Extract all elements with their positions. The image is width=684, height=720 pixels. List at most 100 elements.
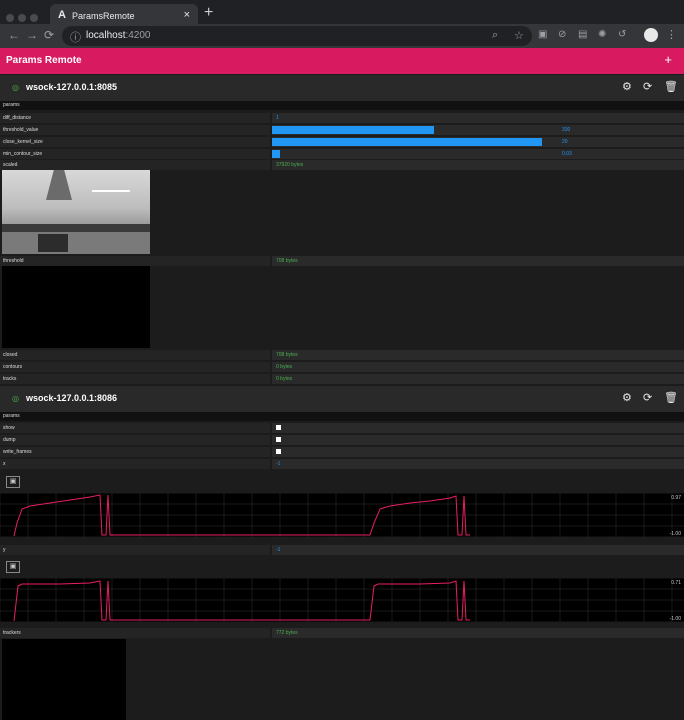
param-value[interactable]: -1 [272,459,684,469]
param-label[interactable]: trackers [0,628,270,638]
close-tab-icon[interactable]: × [184,9,190,21]
param-row: diff_distance 1 [0,113,684,124]
param-slider-fill[interactable] [272,150,280,158]
param-value[interactable]: 1 [272,113,684,123]
param-label-text: x [3,461,6,467]
minimize-window-dot[interactable] [18,14,26,22]
param-label[interactable]: y [0,545,270,555]
image-icon[interactable]: ▣ [6,561,20,573]
param-value-text: 1 [276,115,279,121]
param-label[interactable]: min_contour_size [0,149,270,159]
params-section-header[interactable]: params [0,412,684,421]
param-value[interactable]: 0 bytes [272,362,684,372]
y-plot: 0.71 -1.00 [0,578,684,622]
settings-icon[interactable]: ⚙ [622,80,632,93]
param-slider-fill[interactable] [272,126,434,134]
app-title: Params Remote [6,55,82,66]
threshold-image [2,266,150,348]
param-value-text: -1 [276,547,281,553]
param-row: y -1 [0,545,684,556]
param-label[interactable]: dump [0,435,270,445]
show-checkbox[interactable] [276,425,281,430]
extension-icon[interactable]: ▤ [578,29,587,40]
param-value [272,423,684,433]
image-icon[interactable]: ▣ [6,476,20,488]
profile-avatar[interactable] [644,28,658,42]
param-slider-fill[interactable] [272,138,542,146]
param-row: trackers 772 bytes [0,628,684,639]
param-slider-value: 330 [562,127,571,133]
maximize-window-dot[interactable] [30,14,38,22]
plot-max-value: 0.97 [671,495,681,501]
param-label-text: contours [3,364,23,370]
bookmark-star-icon[interactable]: ☆ [514,29,524,42]
param-row: close_kernel_size 20 [0,137,684,148]
param-label-text: closed [3,352,18,358]
param-value [272,435,684,445]
hood-shape [46,170,72,200]
settings-icon[interactable]: ⚙ [622,391,632,404]
section-label: params [3,413,20,419]
param-row: closed 708 bytes [0,350,684,361]
dump-checkbox[interactable] [276,437,281,442]
param-label[interactable]: scaled [0,160,270,170]
delete-icon[interactable]: 🗑 [664,391,678,404]
param-value[interactable]: 37920 bytes [272,160,684,170]
write-frames-checkbox[interactable] [276,449,281,454]
extension-icon[interactable]: ▣ [538,29,547,40]
reload-icon[interactable]: ⟳ [44,28,54,42]
close-window-dot[interactable] [6,14,14,22]
extension-icon[interactable]: ⊘ [558,29,566,40]
param-value[interactable]: 708 bytes [272,350,684,360]
y-series-line [13,580,470,622]
plot-grid [0,493,684,537]
scaled-image [2,170,150,254]
params-section-header[interactable]: params [0,101,684,110]
back-icon[interactable]: ← [8,28,20,42]
shelf-shape [92,190,130,192]
param-label[interactable]: close_kernel_size [0,137,270,147]
zoom-icon[interactable]: ⌕ [492,29,498,42]
refresh-icon[interactable]: ⟳ [643,391,652,404]
param-row: show [0,423,684,434]
refresh-icon[interactable]: ⟳ [643,80,652,93]
param-value-text: 0 bytes [276,364,293,370]
section-label: params [3,102,20,108]
param-value[interactable]: 772 bytes [272,628,684,638]
extension-icon[interactable]: ↺ [618,29,626,40]
link-icon: ◎ [12,83,19,92]
param-label[interactable]: threshold [0,256,270,266]
address-bar: ← → ⟳ ⓘ localhost:4200 ⌕ ☆ ▣ ⊘ ▤ ✺ ↺ ⋮ [0,24,684,48]
param-label-text: scaled [3,162,18,168]
add-connection-button[interactable]: + [664,52,672,67]
plot-min-value: -1.00 [669,531,681,537]
connection-card-header: ◎ wsock-127.0.0.1:8085 ⚙ ⟳ 🗑 [0,75,684,101]
param-label[interactable]: tracks [0,374,270,384]
forward-icon[interactable]: → [26,28,38,42]
param-label-text: y [3,547,6,553]
param-row: tracks 0 bytes [0,374,684,385]
param-label[interactable]: write_frames [0,447,270,457]
param-label[interactable]: diff_distance [0,113,270,123]
site-info-icon[interactable]: ⓘ [70,29,81,45]
url-text: localhost:4200 [86,30,151,41]
param-value [272,447,684,457]
param-slider-track[interactable] [272,149,684,159]
param-label[interactable]: show [0,423,270,433]
param-label-text: show [3,425,15,431]
param-label[interactable]: contours [0,362,270,372]
param-label[interactable]: closed [0,350,270,360]
param-label-text: dump [3,437,16,443]
param-value[interactable]: 708 bytes [272,256,684,266]
param-label[interactable]: x [0,459,270,469]
param-value[interactable]: -1 [272,545,684,555]
param-value-text: 708 bytes [276,352,298,358]
cabinet-shape [2,232,150,254]
browser-menu-icon[interactable]: ⋮ [666,28,677,41]
param-value[interactable]: 0 bytes [272,374,684,384]
url-input[interactable]: ⓘ localhost:4200 ⌕ ☆ [62,26,532,46]
param-label[interactable]: threshold_value [0,125,270,135]
new-tab-icon[interactable]: + [204,4,213,22]
delete-icon[interactable]: 🗑 [664,80,678,93]
extension-icon[interactable]: ✺ [598,29,606,40]
